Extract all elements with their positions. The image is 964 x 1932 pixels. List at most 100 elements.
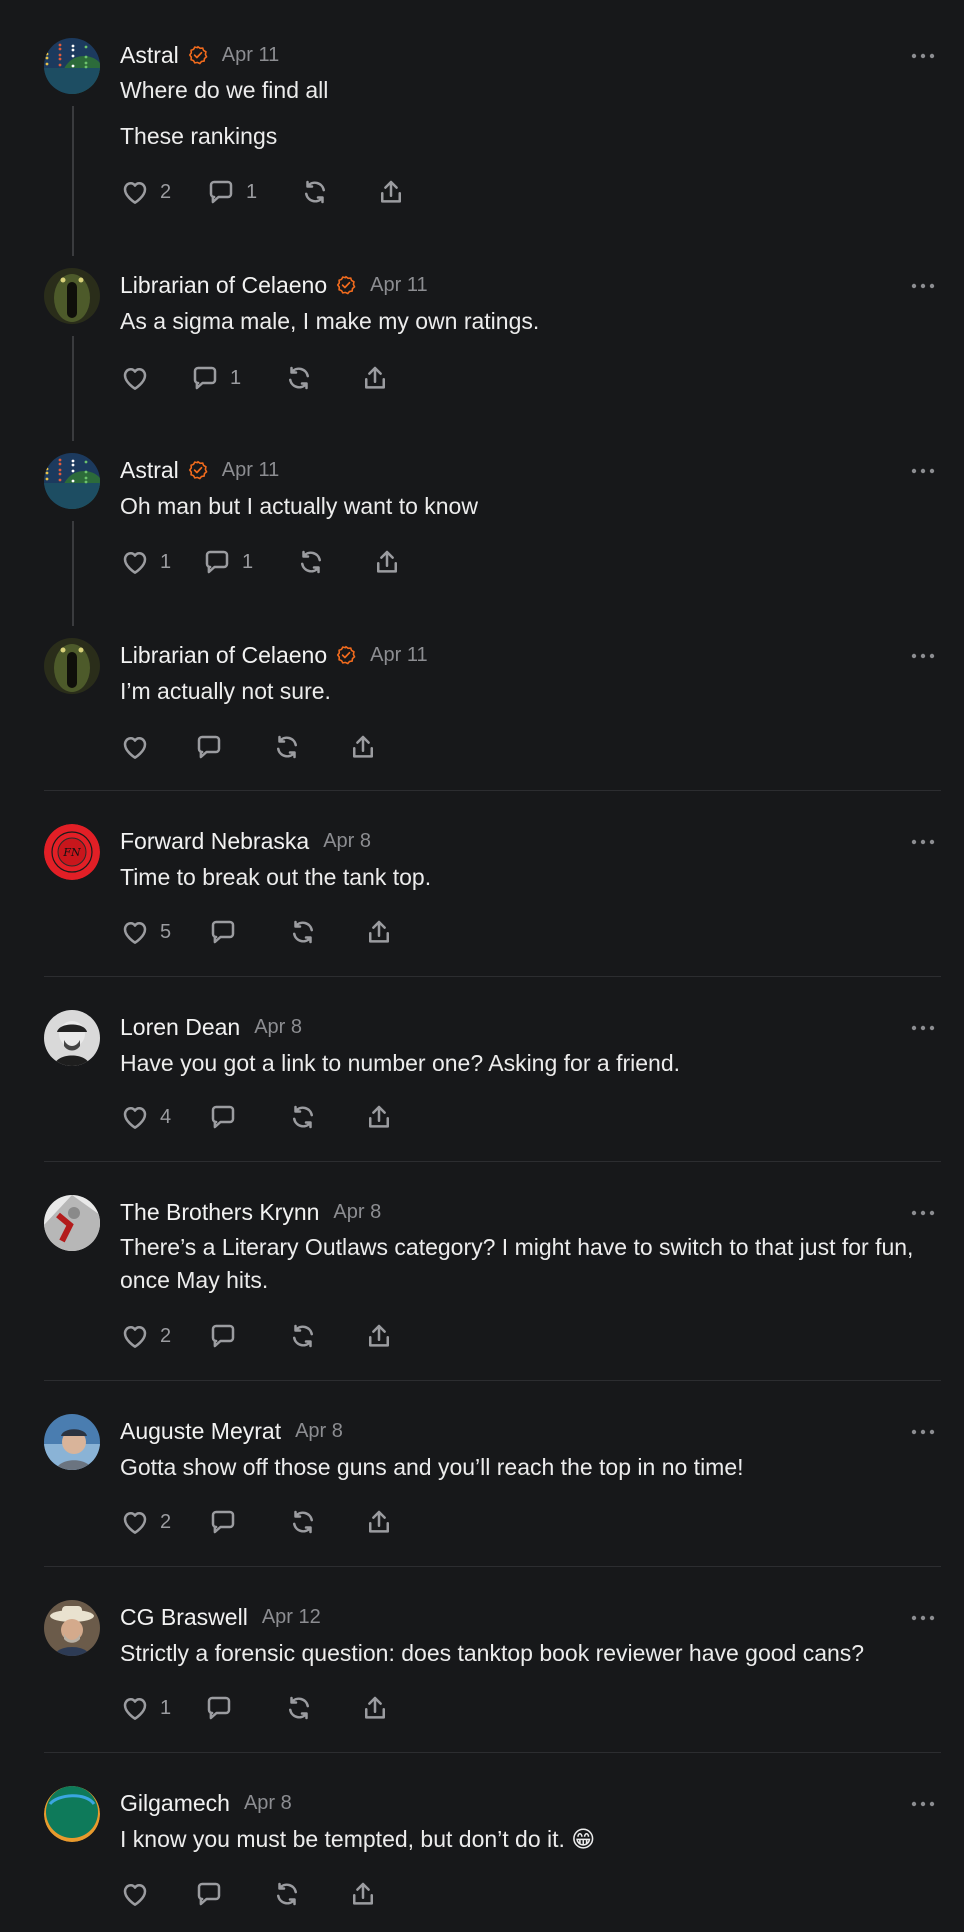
share-button[interactable] [364, 1102, 394, 1132]
share-button[interactable] [364, 1507, 394, 1537]
share-icon [353, 735, 373, 758]
post-date[interactable]: Apr 12 [262, 1606, 321, 1629]
restack-button[interactable] [284, 1693, 314, 1723]
restack-icon [293, 1324, 313, 1348]
restack-icon [293, 1510, 313, 1534]
author-name[interactable]: Librarian of Celaeno [120, 272, 327, 299]
restack-button[interactable] [284, 363, 314, 393]
more-icon[interactable] [910, 1608, 936, 1628]
comment-icon [211, 1324, 235, 1348]
more-icon[interactable] [910, 832, 936, 852]
comment-button[interactable]: 1 [202, 547, 253, 577]
post-date[interactable]: Apr 8 [333, 1201, 381, 1224]
share-button[interactable] [360, 363, 390, 393]
comment-icon [205, 550, 229, 574]
share-button[interactable] [364, 1321, 394, 1351]
avatar-forward-nebraska[interactable]: FN [44, 824, 100, 880]
post-date[interactable]: Apr 8 [295, 1420, 343, 1443]
comment-header: Auguste Meyrat Apr 8 [120, 1416, 343, 1446]
like-button[interactable] [120, 732, 150, 762]
comment-body: Oh man but I actually want to know [120, 490, 930, 523]
comment-header: Loren Dean Apr 8 [120, 1012, 302, 1042]
like-button[interactable]: 2 [120, 1321, 171, 1351]
comment-button[interactable]: 1 [190, 363, 241, 393]
avatar-loren[interactable] [44, 1010, 100, 1066]
comment-button[interactable] [204, 1693, 234, 1723]
author-name[interactable]: The Brothers Krynn [120, 1199, 319, 1226]
avatar-astral[interactable] [44, 453, 100, 509]
comment-button[interactable] [208, 1507, 238, 1537]
author-name[interactable]: Forward Nebraska [120, 828, 309, 855]
more-icon[interactable] [910, 1018, 936, 1038]
like-button[interactable]: 4 [120, 1102, 171, 1132]
author-name[interactable]: Loren Dean [120, 1014, 240, 1041]
more-icon[interactable] [910, 46, 936, 66]
author-name[interactable]: Librarian of Celaeno [120, 642, 327, 669]
more-icon[interactable] [910, 276, 936, 296]
author-name[interactable]: CG Braswell [120, 1604, 248, 1631]
like-button[interactable]: 2 [120, 1507, 171, 1537]
comment-button[interactable] [208, 1102, 238, 1132]
avatar-gilgamech[interactable] [44, 1786, 100, 1842]
author-name[interactable]: Astral [120, 457, 179, 484]
restack-icon [293, 1105, 313, 1129]
like-button[interactable] [120, 363, 150, 393]
restack-button[interactable] [288, 917, 318, 947]
like-button[interactable]: 1 [120, 1693, 171, 1723]
more-icon[interactable] [910, 646, 936, 666]
comment-button[interactable] [194, 1879, 224, 1909]
share-button[interactable] [372, 547, 402, 577]
restack-button[interactable] [272, 1879, 302, 1909]
comment-button[interactable]: 1 [206, 177, 257, 207]
post-date[interactable]: Apr 11 [370, 274, 427, 297]
comment-button[interactable] [208, 917, 238, 947]
avatar-librarian[interactable] [44, 638, 100, 694]
restack-button[interactable] [288, 1321, 318, 1351]
comment-text: As a sigma male, I make my own ratings. [120, 308, 540, 334]
like-button[interactable]: 2 [120, 177, 171, 207]
post-date[interactable]: Apr 11 [222, 459, 279, 482]
more-icon[interactable] [910, 461, 936, 481]
like-button[interactable]: 1 [120, 547, 171, 577]
avatar-krynn[interactable] [44, 1195, 100, 1251]
like-button[interactable]: 5 [120, 917, 171, 947]
comment-button[interactable] [208, 1321, 238, 1351]
share-button[interactable] [364, 917, 394, 947]
post-date[interactable]: Apr 11 [222, 44, 279, 67]
like-button[interactable] [120, 1879, 150, 1909]
restack-button[interactable] [288, 1102, 318, 1132]
restack-button[interactable] [300, 177, 330, 207]
comment-body: Time to break out the tank top. [120, 861, 930, 894]
restack-button[interactable] [296, 547, 326, 577]
more-icon[interactable] [910, 1794, 936, 1814]
author-name[interactable]: Gilgamech [120, 1790, 230, 1817]
post-date[interactable]: Apr 8 [323, 830, 371, 853]
avatar-cg[interactable] [44, 1600, 100, 1656]
more-icon[interactable] [910, 1422, 936, 1442]
author-name[interactable]: Auguste Meyrat [120, 1418, 281, 1445]
post-date[interactable]: Apr 11 [370, 644, 427, 667]
like-count: 2 [160, 1510, 172, 1533]
share-button[interactable] [348, 732, 378, 762]
more-icon[interactable] [910, 1203, 936, 1223]
post-date[interactable]: Apr 8 [244, 1792, 292, 1815]
comment-header: CG Braswell Apr 12 [120, 1602, 321, 1632]
avatar-librarian[interactable] [44, 268, 100, 324]
avatar-auguste[interactable] [44, 1414, 100, 1470]
author-name[interactable]: Astral [120, 42, 179, 69]
avatar-astral[interactable] [44, 38, 100, 94]
comment-icon [211, 1105, 235, 1129]
restack-button[interactable] [288, 1507, 318, 1537]
post-date[interactable]: Apr 8 [254, 1016, 302, 1039]
restack-button[interactable] [272, 732, 302, 762]
comment-body: Gotta show off those guns and you’ll rea… [120, 1451, 930, 1484]
share-button[interactable] [360, 1693, 390, 1723]
comment-button[interactable] [194, 732, 224, 762]
heart-icon [123, 1326, 147, 1348]
comment-body: Strictly a forensic question: does tankt… [120, 1637, 930, 1670]
like-count: 1 [160, 550, 172, 573]
share-button[interactable] [348, 1879, 378, 1909]
comment-text: Have you got a link to number one? Askin… [120, 1050, 680, 1076]
comment-text: Oh man but I actually want to know [120, 493, 478, 519]
share-button[interactable] [376, 177, 406, 207]
